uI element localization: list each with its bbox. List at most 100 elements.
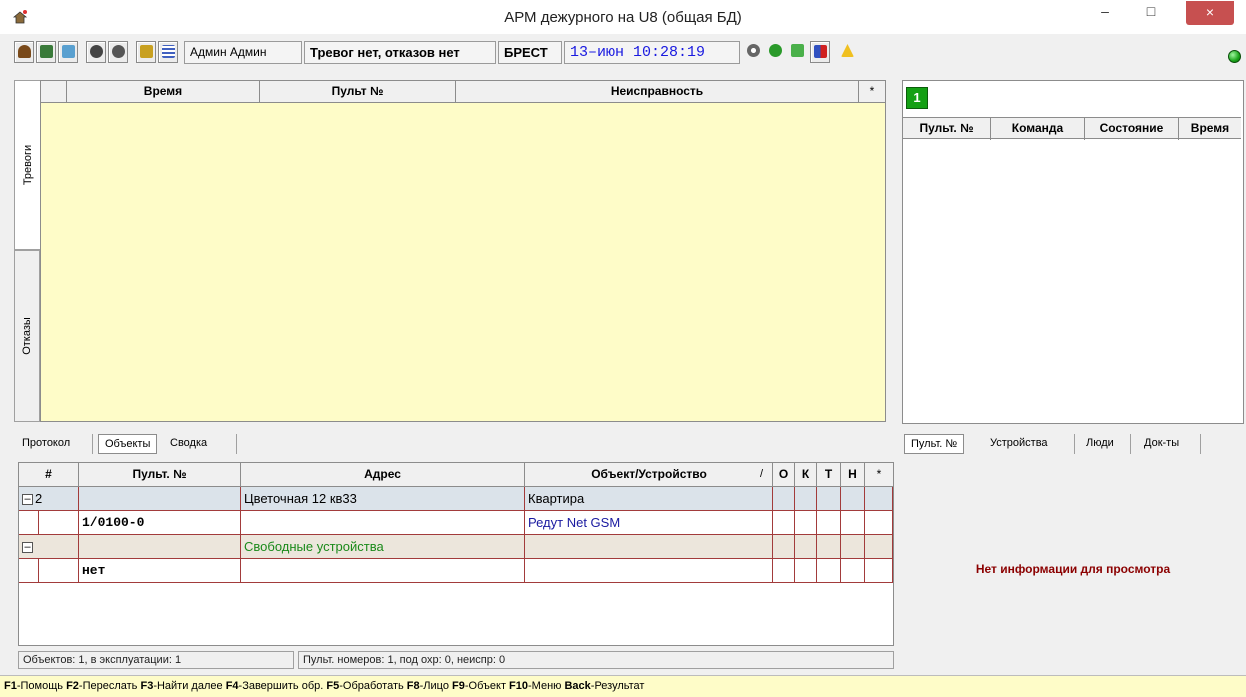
hotkeys-bar: F1-Помощь F2-Переслать F3-Найти далее F4… bbox=[0, 675, 1246, 697]
row-flag-k bbox=[795, 487, 817, 511]
tab-alarms-label: Тревоги bbox=[21, 144, 34, 186]
row-flag-o bbox=[773, 511, 795, 535]
copy-icon[interactable] bbox=[136, 41, 156, 63]
row-flag-o bbox=[773, 487, 795, 511]
tab-failures-label: Отказы bbox=[21, 317, 33, 355]
row-flag-t bbox=[817, 487, 841, 511]
find-next-binoculars-icon[interactable] bbox=[108, 41, 128, 63]
row-flag-k bbox=[795, 535, 817, 559]
tab-right-people[interactable]: Люди bbox=[1080, 434, 1120, 454]
row-index-cell bbox=[39, 559, 79, 583]
tab-right-docs[interactable]: Док-ты bbox=[1138, 434, 1185, 454]
obj-column-sort[interactable]: / bbox=[751, 463, 773, 487]
no-info-message: Нет информации для просмотра bbox=[975, 562, 1171, 576]
tab-right-pult[interactable]: Пульт. № bbox=[904, 434, 965, 454]
column-star[interactable]: * bbox=[859, 81, 885, 103]
tab-failures[interactable]: Отказы bbox=[14, 250, 40, 422]
cmd-column-command[interactable]: Команда bbox=[991, 118, 1085, 140]
smiley-icon[interactable] bbox=[766, 41, 786, 63]
hotkey-menu[interactable]: F10-Меню bbox=[509, 680, 561, 692]
tab-summary[interactable]: Сводка bbox=[164, 434, 213, 454]
exit-icon[interactable] bbox=[810, 41, 830, 63]
table-row[interactable]: –2 Цветочная 12 кв33 Квартира bbox=[19, 487, 893, 511]
table-row[interactable]: 1/0100-0 Редут Net GSM bbox=[19, 511, 893, 535]
row-pult bbox=[79, 487, 241, 511]
obj-column-t[interactable]: Т bbox=[817, 463, 841, 487]
hotkey-help[interactable]: F1-Помощь bbox=[4, 680, 63, 692]
find-binoculars-icon[interactable] bbox=[86, 41, 106, 63]
tab-protocol[interactable]: Протокол bbox=[16, 434, 76, 454]
tab-right-devices[interactable]: Устройства bbox=[984, 434, 1054, 454]
hotkey-finish[interactable]: F4-Завершить обр. bbox=[226, 680, 324, 692]
obj-column-o[interactable]: О bbox=[773, 463, 795, 487]
close-button[interactable]: × bbox=[1186, 1, 1234, 25]
row-flag-t bbox=[817, 511, 841, 535]
hotkey-person[interactable]: F8-Лицо bbox=[407, 680, 449, 692]
tab-separator bbox=[1200, 434, 1201, 454]
cmd-column-pult[interactable]: Пульт. № bbox=[903, 118, 991, 140]
maximize-button[interactable]: □ bbox=[1128, 0, 1174, 24]
row-index: 2 bbox=[35, 491, 43, 506]
row-indent-cell bbox=[19, 559, 39, 583]
cmd-column-state[interactable]: Состояние bbox=[1085, 118, 1179, 140]
hotkey-find-next[interactable]: F3-Найти далее bbox=[140, 680, 222, 692]
command-number-button[interactable]: 1 bbox=[906, 87, 928, 109]
collapse-toggle[interactable]: – bbox=[22, 494, 33, 506]
row-object bbox=[525, 535, 773, 559]
alarms-grid-header: Время Пульт № Неисправность * bbox=[41, 81, 885, 103]
row-flag-n bbox=[841, 511, 865, 535]
row-flag-k bbox=[795, 511, 817, 535]
money-icon[interactable] bbox=[788, 41, 808, 63]
row-object: Квартира bbox=[525, 487, 773, 511]
obj-column-star[interactable]: * bbox=[865, 463, 893, 487]
connection-status-icon bbox=[1228, 50, 1241, 63]
obj-column-k[interactable]: К bbox=[795, 463, 817, 487]
row-flag-k bbox=[795, 559, 817, 583]
objects-grid[interactable]: # Пульт. № Адрес Объект/Устройство / О К… bbox=[18, 462, 894, 646]
tab-separator bbox=[92, 434, 93, 454]
row-object bbox=[525, 559, 773, 583]
commands-grid-header: Пульт. № Команда Состояние Время bbox=[903, 117, 1241, 140]
obj-column-address[interactable]: Адрес bbox=[241, 463, 525, 487]
warning-icon[interactable] bbox=[838, 41, 858, 63]
row-flag-n bbox=[841, 487, 865, 511]
objects-status: Объектов: 1, в эксплуатации: 1 bbox=[18, 651, 294, 669]
minimize-button[interactable]: – bbox=[1082, 0, 1128, 24]
row-address bbox=[241, 511, 525, 535]
alarms-grid[interactable]: Время Пульт № Неисправность * bbox=[40, 80, 886, 422]
row-flag-o bbox=[773, 559, 795, 583]
tab-objects[interactable]: Объекты bbox=[98, 434, 158, 454]
window-title: АРМ дежурного на U8 (общая БД) bbox=[504, 9, 742, 26]
hotkey-process[interactable]: F5-Обработать bbox=[326, 680, 403, 692]
row-flag-star bbox=[865, 511, 893, 535]
pults-status: Пульт. номеров: 1, под охр: 0, неиспр: 0 bbox=[298, 651, 894, 669]
gear-icon[interactable] bbox=[744, 41, 764, 63]
alarm-tabs: Тревоги Отказы bbox=[14, 80, 40, 422]
objects-grid-header: # Пульт. № Адрес Объект/Устройство / О К… bbox=[19, 463, 893, 487]
row-pult: нет bbox=[79, 559, 241, 583]
tab-separator bbox=[236, 434, 237, 454]
operator-icon[interactable] bbox=[14, 41, 34, 63]
refresh-icon[interactable] bbox=[58, 41, 78, 63]
tab-alarms[interactable]: Тревоги bbox=[14, 80, 40, 250]
obj-column-object[interactable]: Объект/Устройство bbox=[525, 463, 773, 487]
hotkey-object[interactable]: F9-Объект bbox=[452, 680, 506, 692]
calendar-icon[interactable] bbox=[158, 41, 178, 63]
column-fault[interactable]: Неисправность bbox=[456, 81, 859, 103]
obj-column-n[interactable]: Н bbox=[841, 463, 865, 487]
journal-icon[interactable] bbox=[36, 41, 56, 63]
alarm-status: Тревог нет, отказов нет bbox=[304, 41, 496, 64]
table-row[interactable]: – Свободные устройства bbox=[19, 535, 893, 559]
collapse-toggle[interactable]: – bbox=[22, 542, 33, 554]
column-time[interactable]: Время bbox=[67, 81, 260, 103]
cmd-column-time[interactable]: Время bbox=[1179, 118, 1241, 140]
title-bar: АРМ дежурного на U8 (общая БД) – □ × bbox=[0, 0, 1246, 34]
table-row[interactable]: нет bbox=[19, 559, 893, 583]
hotkey-forward[interactable]: F2-Переслать bbox=[66, 680, 137, 692]
row-pult bbox=[79, 535, 241, 559]
obj-column-pult[interactable]: Пульт. № bbox=[79, 463, 241, 487]
column-pult[interactable]: Пульт № bbox=[260, 81, 456, 103]
obj-column-index[interactable]: # bbox=[19, 463, 79, 487]
hotkey-result[interactable]: Back-Результат bbox=[564, 680, 644, 692]
row-flag-t bbox=[817, 535, 841, 559]
